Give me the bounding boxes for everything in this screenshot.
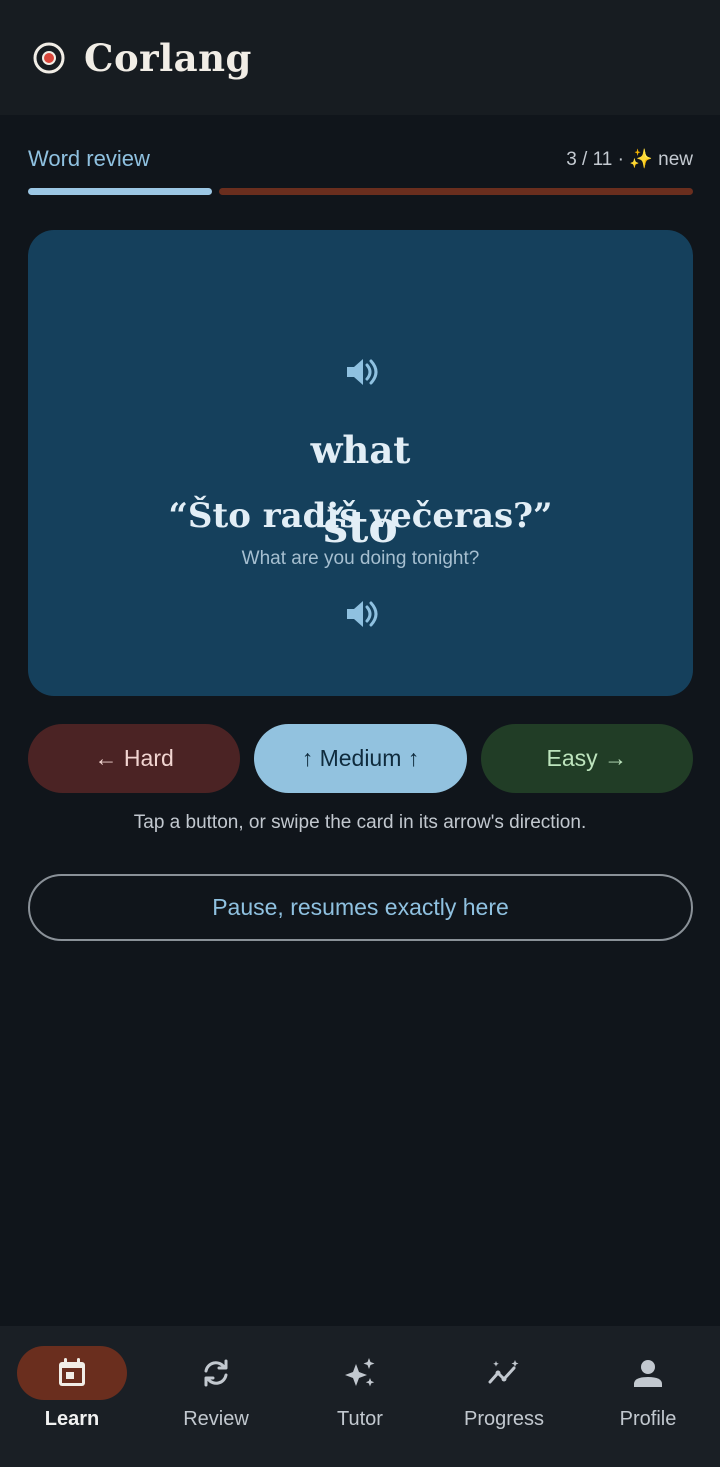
nav-item-review[interactable]: Review bbox=[144, 1326, 288, 1467]
sparkle-icon bbox=[345, 1358, 375, 1387]
progress-bar bbox=[28, 188, 693, 195]
medium-button[interactable]: ↑ Medium ↑ bbox=[254, 724, 467, 793]
card-sentence: “Što radiš večeras?” bbox=[168, 496, 553, 536]
review-label: Word review bbox=[28, 146, 150, 171]
nav-label-learn: Learn bbox=[44, 1408, 100, 1430]
progress-done bbox=[28, 188, 212, 195]
word-speaker-icon[interactable] bbox=[343, 354, 379, 390]
rating-buttons: ← Hard ↑ Medium ↑ Easy → bbox=[28, 724, 693, 793]
easy-button[interactable]: Easy → bbox=[480, 724, 693, 793]
app-header: Corlang bbox=[0, 0, 720, 115]
nav-item-progress[interactable]: Progress bbox=[432, 1326, 576, 1467]
sentence-speaker-icon[interactable] bbox=[343, 596, 379, 632]
nav-label-profile: Profile bbox=[619, 1408, 677, 1430]
trend-icon bbox=[488, 1360, 519, 1384]
progress-remaining bbox=[219, 188, 693, 195]
card-translation: what bbox=[310, 428, 411, 472]
nav-label-tutor: Tutor bbox=[337, 1408, 383, 1430]
card-sentence-translation: What are you doing tonight? bbox=[241, 548, 480, 569]
nav-label-progress: Progress bbox=[463, 1408, 545, 1430]
app-root: Corlang Word review 3 / 11 · ✨ new što w… bbox=[0, 0, 720, 1467]
hard-button[interactable]: ← Hard bbox=[28, 724, 241, 793]
calendar-icon bbox=[59, 1358, 85, 1386]
review-count: 3 / 11 · ✨ new bbox=[566, 149, 693, 170]
nav-item-profile[interactable]: Profile bbox=[576, 1326, 720, 1467]
nav-label-review: Review bbox=[183, 1408, 249, 1430]
flashcard[interactable]: što what “Što radiš večeras?” What are y… bbox=[28, 230, 693, 696]
nav-item-learn[interactable]: Learn bbox=[0, 1326, 144, 1467]
nav-item-tutor[interactable]: Tutor bbox=[288, 1326, 432, 1467]
bottom-nav: Learn Review Tutor Progress Profile bbox=[0, 1326, 720, 1467]
refresh-icon bbox=[204, 1359, 228, 1387]
review-header: Word review 3 / 11 · ✨ new bbox=[28, 143, 693, 175]
app-title: Corlang bbox=[84, 35, 252, 80]
logo-icon bbox=[33, 42, 65, 73]
swipe-hint: Tap a button, or swipe the card in its a… bbox=[133, 812, 587, 833]
person-icon bbox=[634, 1360, 662, 1387]
pause-button[interactable]: Pause, resumes exactly here bbox=[28, 874, 693, 941]
